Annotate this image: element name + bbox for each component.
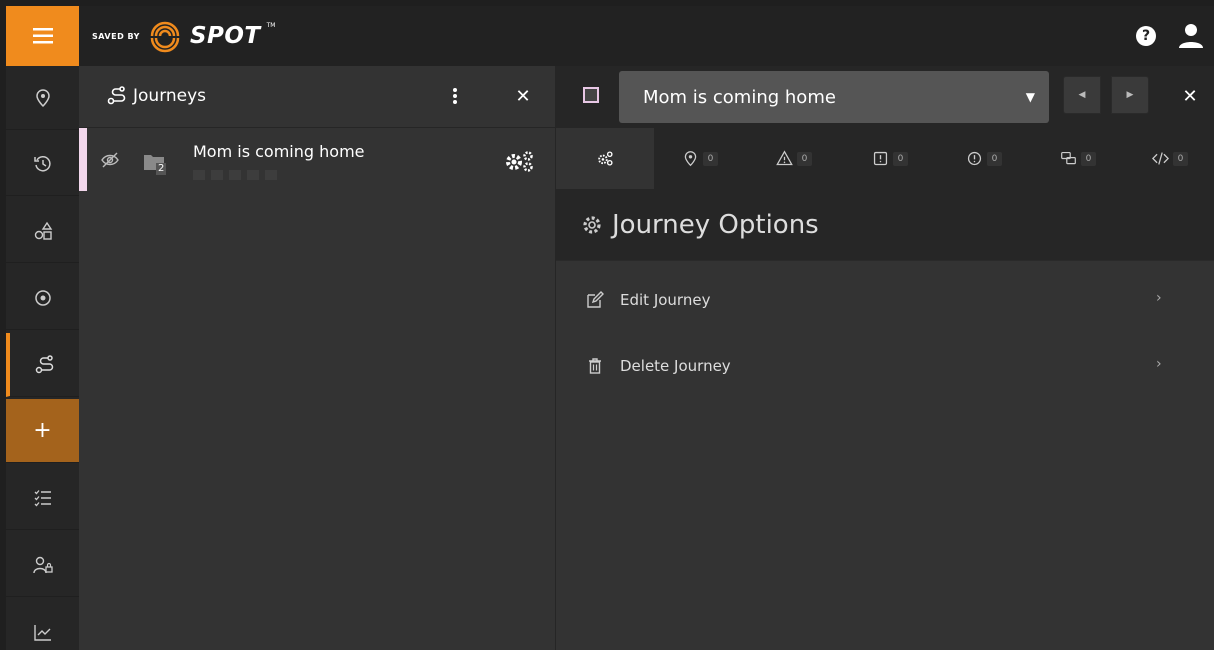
- detail-tabs: 0 0 0 0 0 0: [556, 128, 1214, 189]
- journeys-more-menu-button[interactable]: [443, 84, 467, 108]
- trash-icon: [589, 358, 601, 374]
- plus-icon: +: [33, 418, 52, 443]
- target-icon: [34, 289, 51, 306]
- chat-bubbles-icon: [1060, 151, 1076, 165]
- detail-close-button[interactable]: ✕: [1178, 84, 1202, 108]
- logo-saved-by: SAVED BY: [92, 31, 140, 41]
- rail-item-users[interactable]: [6, 533, 79, 597]
- rail-item-reports[interactable]: [6, 600, 79, 650]
- next-journey-button[interactable]: ▶: [1111, 76, 1149, 114]
- top-bar: SAVED BY SPOT TM ?: [6, 6, 1214, 66]
- logo-spot: SPOT: [189, 23, 261, 49]
- journeys-title: Journeys: [107, 86, 206, 106]
- journey-settings-gears-icon[interactable]: [503, 150, 537, 172]
- rail-item-shapes[interactable]: [6, 199, 79, 263]
- delete-journey-option[interactable]: Delete Journey ›: [556, 334, 1214, 398]
- tab-messages-count: 0: [1080, 151, 1097, 166]
- edit-journey-option[interactable]: Edit Journey ›: [556, 268, 1214, 332]
- journey-status-indicators: [193, 170, 277, 180]
- tab-locations[interactable]: 0: [654, 128, 746, 189]
- journey-detail-panel: Mom is coming home ▼ ◀ ▶ ✕ 0 0 0 0 0 0 J…: [556, 66, 1214, 650]
- hamburger-menu-button[interactable]: [6, 6, 79, 66]
- tab-info-count: 0: [986, 151, 1003, 166]
- alert-circle-icon: [967, 151, 981, 166]
- chevron-right-icon: ›: [1156, 356, 1162, 372]
- gear-icon: [583, 215, 601, 234]
- journey-route-icon: [107, 86, 126, 105]
- journey-name: Mom is coming home: [193, 142, 365, 161]
- journey-select-checkbox[interactable]: [583, 87, 599, 103]
- edit-journey-label: Edit Journey: [620, 291, 711, 309]
- user-lock-icon: [32, 556, 53, 573]
- spot-signal-icon: [150, 21, 180, 53]
- journey-list-item[interactable]: 2 Mom is coming home: [79, 128, 556, 191]
- journey-color-accent: [79, 128, 87, 191]
- delete-journey-label: Delete Journey: [620, 357, 731, 375]
- journey-route-icon: [35, 354, 53, 373]
- chevron-right-icon: ›: [1156, 290, 1162, 306]
- chevron-down-icon: ▼: [1025, 90, 1035, 104]
- left-nav-rail: +: [6, 66, 79, 650]
- app-window: SAVED BY SPOT TM ? + Journeys ✕ 2 Mom is…: [6, 6, 1214, 650]
- tab-messages[interactable]: 0: [1030, 128, 1126, 189]
- hamburger-icon: [32, 28, 53, 44]
- logo-trademark: TM: [266, 22, 276, 29]
- tab-info[interactable]: 0: [938, 128, 1030, 189]
- kebab-icon: [453, 88, 457, 104]
- gears-icon: [597, 151, 613, 166]
- rail-item-add[interactable]: +: [6, 399, 79, 463]
- journey-device-count-badge: 2: [156, 163, 167, 175]
- tab-options[interactable]: [556, 128, 654, 189]
- brand-logo[interactable]: SAVED BY SPOT TM: [92, 12, 275, 60]
- checklist-icon: [34, 489, 51, 506]
- journeys-close-button[interactable]: ✕: [511, 84, 535, 108]
- rail-item-checklist[interactable]: [6, 466, 79, 530]
- journeys-panel: Journeys ✕ 2 Mom is coming home: [79, 66, 556, 650]
- rail-item-locations[interactable]: [6, 66, 79, 130]
- tab-alerts[interactable]: 0: [746, 128, 842, 189]
- journey-options-title-text: Journey Options: [612, 209, 819, 240]
- journeys-header: Journeys ✕: [79, 66, 556, 128]
- tab-notices[interactable]: 0: [842, 128, 938, 189]
- tab-code-count: 0: [1172, 151, 1189, 166]
- journeys-title-text: Journeys: [133, 86, 207, 106]
- alert-square-icon: [873, 151, 887, 166]
- user-profile-icon[interactable]: [1178, 23, 1204, 49]
- code-icon: [1151, 152, 1169, 165]
- edit-icon: [587, 291, 604, 308]
- location-pin-icon: [684, 151, 696, 167]
- history-icon: [33, 155, 51, 171]
- rail-item-tracking[interactable]: [6, 266, 79, 330]
- tab-notices-count: 0: [892, 151, 909, 166]
- selected-journey-name: Mom is coming home: [643, 86, 836, 108]
- journey-options-title: Journey Options: [556, 189, 1214, 261]
- tab-locations-count: 0: [702, 151, 719, 166]
- rail-item-journeys[interactable]: [6, 333, 79, 397]
- visibility-hidden-icon[interactable]: [101, 152, 119, 168]
- previous-journey-button[interactable]: ◀: [1063, 76, 1101, 114]
- journey-select-dropdown[interactable]: Mom is coming home ▼: [619, 71, 1049, 123]
- help-icon[interactable]: ?: [1136, 26, 1156, 46]
- warning-triangle-icon: [775, 150, 793, 166]
- rail-item-history[interactable]: [6, 132, 79, 196]
- top-right-actions: ?: [1136, 6, 1214, 66]
- tab-alerts-count: 0: [796, 151, 813, 166]
- chart-icon: [33, 624, 51, 641]
- location-pin-icon: [35, 88, 50, 107]
- shapes-icon: [34, 221, 52, 240]
- tab-code[interactable]: 0: [1126, 128, 1214, 189]
- detail-header: Mom is coming home ▼ ◀ ▶ ✕: [556, 66, 1214, 128]
